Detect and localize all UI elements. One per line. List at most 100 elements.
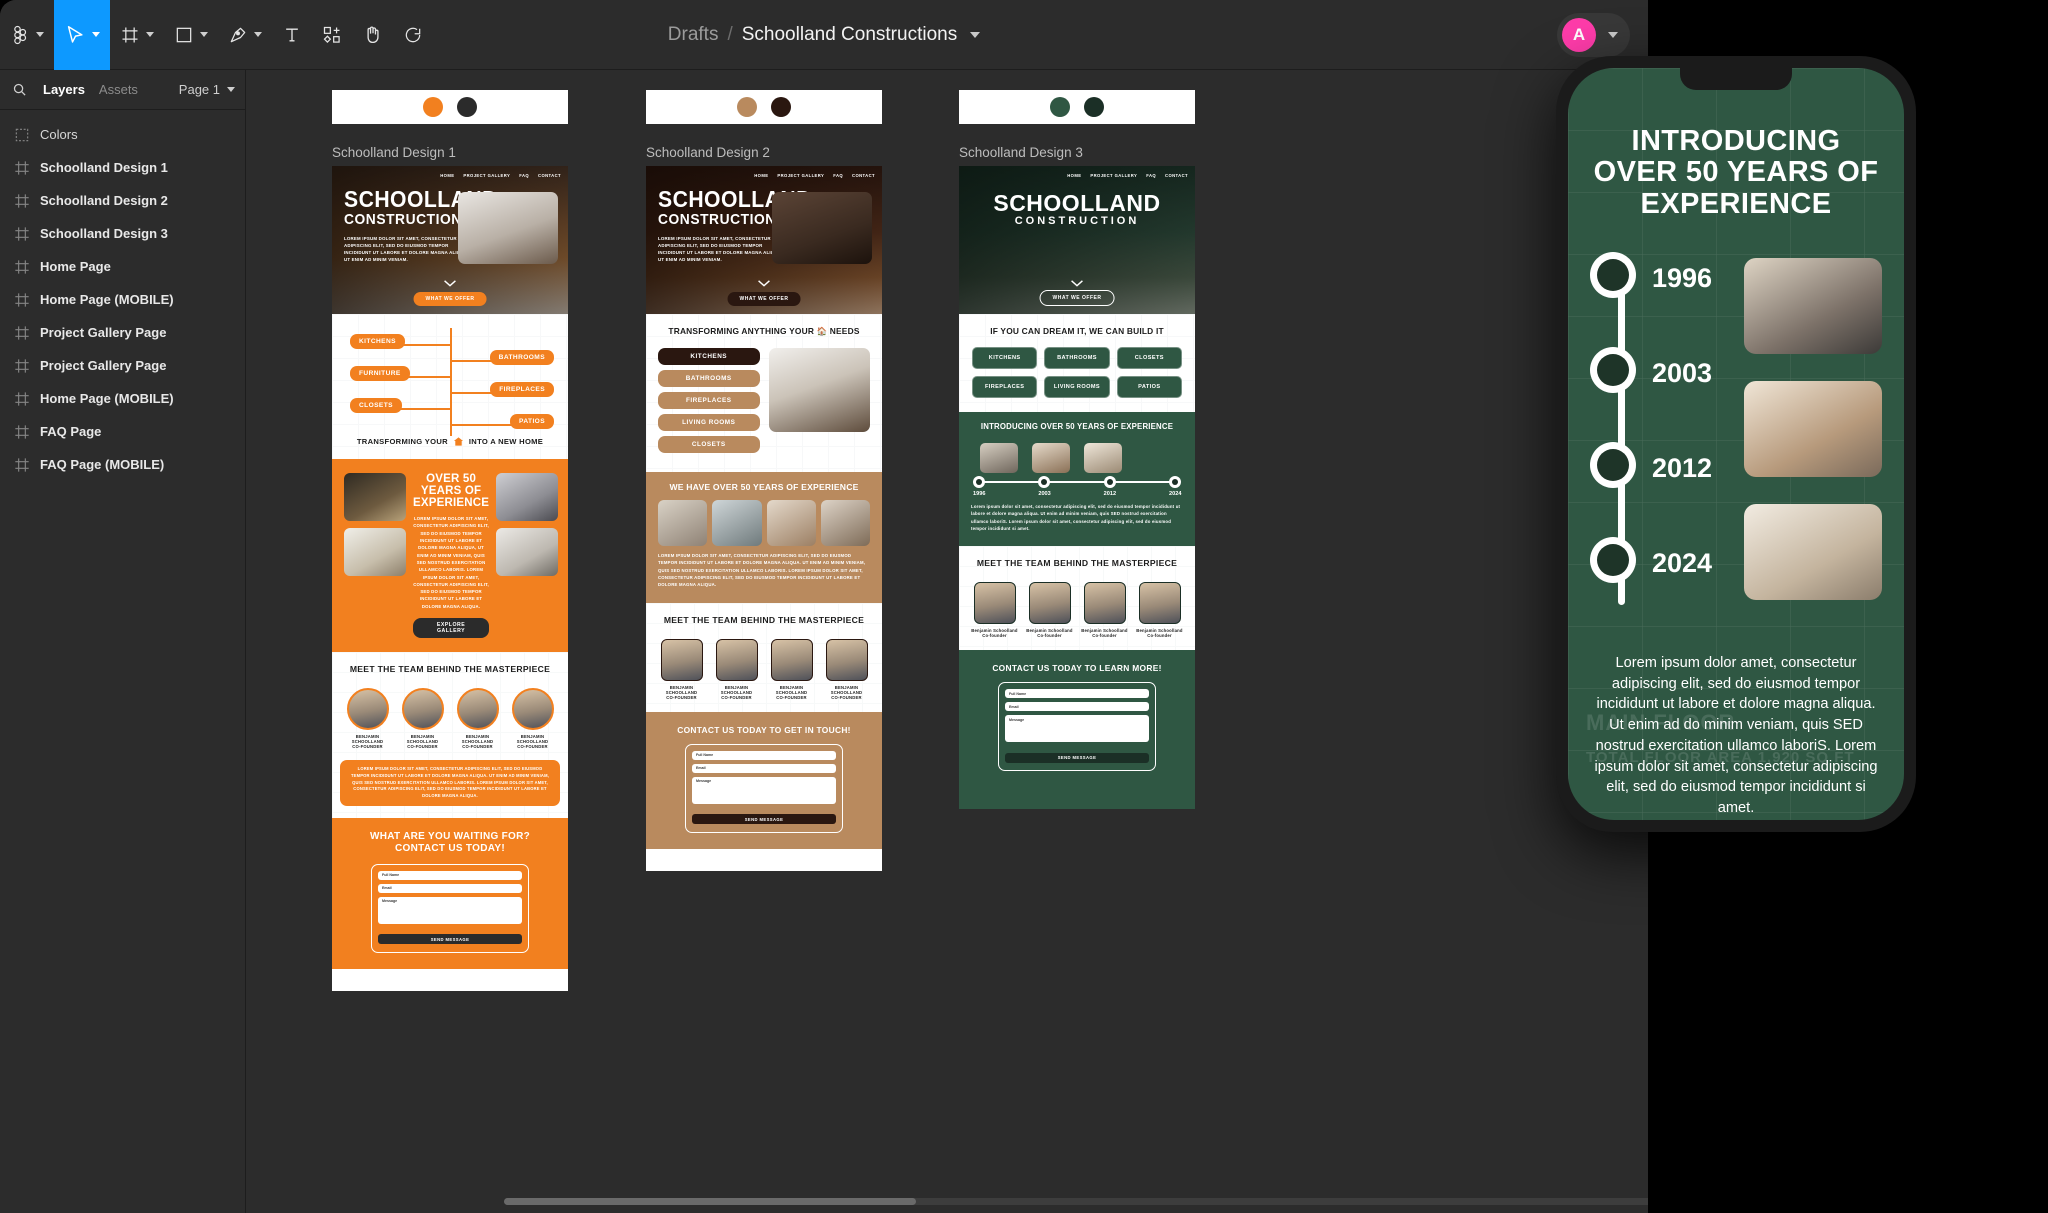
offer-chip[interactable]: KITCHENS [972, 347, 1038, 369]
offer-chip[interactable]: BATHROOMS [1044, 347, 1110, 369]
offer-chip[interactable]: BATHROOMS [658, 370, 760, 387]
nav-item[interactable]: HOME [1067, 173, 1081, 178]
horizontal-scrollbar[interactable] [504, 1198, 1648, 1205]
layer-row[interactable]: Schoolland Design 3 [0, 217, 245, 250]
hero-section: HOME PROJECT GALLERY FAQ CONTACT SCHOOLL… [646, 166, 882, 314]
layer-name: Schoolland Design 3 [40, 226, 168, 241]
artboard-design-2[interactable]: Schoolland Design 2 HOME PROJECT GALLERY… [646, 90, 882, 871]
resources-tool-button[interactable] [312, 0, 352, 70]
layer-row[interactable]: Project Gallery Page [0, 316, 245, 349]
nav-item[interactable]: FAQ [519, 173, 529, 178]
layer-row[interactable]: Schoolland Design 2 [0, 184, 245, 217]
offer-pill[interactable]: CLOSETS [350, 398, 402, 413]
artboard-design-3[interactable]: Schoolland Design 3 HOME PROJECT GALLERY… [959, 90, 1195, 810]
hero-cta-button[interactable]: WHAT WE OFFER [727, 292, 801, 306]
offer-pill[interactable]: BATHROOMS [489, 350, 554, 365]
full-name-input[interactable]: Full Name [692, 750, 836, 760]
nav-item[interactable]: FAQ [1146, 173, 1156, 178]
nav-item[interactable]: HOME [754, 173, 768, 178]
canvas[interactable]: Schoolland Design 1 HOME PROJECT GALLERY… [246, 70, 1648, 1213]
search-icon[interactable] [12, 82, 27, 97]
page-selector[interactable]: Page 1 [179, 82, 235, 97]
explore-gallery-button[interactable]: EXPLORE GALLERY [413, 618, 490, 639]
chevron-down-icon[interactable] [970, 32, 981, 38]
nav-item[interactable]: FAQ [833, 173, 843, 178]
hand-icon [367, 26, 379, 44]
nav-item[interactable]: PROJECT GALLERY [777, 173, 824, 178]
timeline-image [980, 443, 1018, 474]
message-input[interactable]: Message [378, 896, 522, 924]
full-name-input[interactable]: Full Name [1005, 689, 1149, 699]
pen-tool-button[interactable] [218, 0, 272, 70]
artboard-label[interactable]: Schoolland Design 3 [959, 145, 1195, 160]
email-input[interactable]: Email [1005, 702, 1149, 712]
send-message-button[interactable]: SEND MESSAGE [692, 814, 836, 825]
team-member-name: BENJAMIN SCHOOLLAND [351, 734, 384, 745]
breadcrumb-file-name[interactable]: Schoolland Constructions [742, 24, 957, 46]
offer-pill[interactable]: FURNITURE [350, 366, 410, 381]
nav-item[interactable]: PROJECT GALLERY [463, 173, 510, 178]
scrollbar-thumb[interactable] [504, 1198, 916, 1205]
send-message-button[interactable]: SEND MESSAGE [1005, 752, 1149, 763]
gallery-image [496, 528, 559, 576]
chevron-down-icon [1608, 32, 1618, 38]
team-member: Benjamin Schoolland Co-founder [1135, 582, 1185, 638]
account-menu-button[interactable]: A [1557, 13, 1630, 57]
tab-layers[interactable]: Layers [43, 82, 85, 97]
layer-row[interactable]: FAQ Page (MOBILE) [0, 448, 245, 481]
offer-pill[interactable]: KITCHENS [350, 334, 405, 349]
offer-chip[interactable]: CLOSETS [1116, 347, 1182, 369]
nav-item[interactable]: CONTACT [1165, 173, 1188, 178]
offer-chip[interactable]: LIVING ROOMS [1044, 376, 1110, 398]
text-t-icon [286, 28, 298, 41]
contact-heading-line-1: CONTACT US TODAY TO LEARN MORE! [992, 663, 1162, 674]
offer-pill[interactable]: PATIOS [510, 414, 554, 429]
figma-menu-button[interactable] [0, 0, 54, 70]
offer-chip[interactable]: FIREPLACES [972, 376, 1038, 398]
tab-assets[interactable]: Assets [99, 82, 138, 97]
breadcrumb-root[interactable]: Drafts [668, 24, 719, 46]
layer-row[interactable]: Home Page (MOBILE) [0, 283, 245, 316]
frame-tool-button[interactable] [110, 0, 164, 70]
comment-tool-button[interactable] [393, 0, 433, 70]
artboard-label[interactable]: Schoolland Design 1 [332, 145, 568, 160]
layer-row[interactable]: FAQ Page [0, 415, 245, 448]
offer-pill[interactable]: FIREPLACES [490, 382, 554, 397]
move-tool-button[interactable] [54, 0, 110, 70]
email-input[interactable]: Email [378, 883, 522, 893]
message-input[interactable]: Message [1005, 715, 1149, 743]
message-input[interactable]: Message [692, 776, 836, 804]
layer-row[interactable]: Project Gallery Page [0, 349, 245, 382]
team-member-photo [511, 688, 554, 731]
text-tool-button[interactable] [272, 0, 312, 70]
layer-row[interactable]: Schoolland Design 1 [0, 151, 245, 184]
swatch-dark [457, 97, 477, 117]
contact-section: WHAT ARE YOU WAITING FOR? CONTACT US TOD… [332, 817, 568, 969]
send-message-button[interactable]: SEND MESSAGE [378, 934, 522, 945]
house-icon [453, 437, 463, 446]
nav-item[interactable]: CONTACT [852, 173, 875, 178]
layer-row[interactable]: Colors [0, 118, 245, 151]
layer-row[interactable]: Home Page (MOBILE) [0, 382, 245, 415]
full-name-input[interactable]: Full Name [378, 870, 522, 880]
offer-chip[interactable]: FIREPLACES [658, 392, 760, 409]
offer-chip-active[interactable]: KITCHENS [658, 348, 760, 365]
hero-cta-button[interactable]: WHAT WE OFFER [413, 292, 487, 306]
shape-tool-button[interactable] [164, 0, 218, 70]
frame-icon [14, 325, 30, 341]
layer-name: FAQ Page (MOBILE) [40, 457, 165, 472]
nav-item[interactable]: PROJECT GALLERY [1090, 173, 1137, 178]
offer-chip[interactable]: CLOSETS [658, 436, 760, 453]
hero-cta-button[interactable]: WHAT WE OFFER [1039, 290, 1115, 306]
nav-item[interactable]: CONTACT [538, 173, 561, 178]
email-input[interactable]: Email [692, 763, 836, 773]
offer-chip[interactable]: LIVING ROOMS [658, 414, 760, 431]
nav-item[interactable]: HOME [440, 173, 454, 178]
layer-row[interactable]: Home Page [0, 250, 245, 283]
site-footer [332, 968, 568, 991]
artboard-label[interactable]: Schoolland Design 2 [646, 145, 882, 160]
timeline-year: 2024 [1168, 491, 1182, 498]
hand-tool-button[interactable] [352, 0, 393, 70]
artboard-design-1[interactable]: Schoolland Design 1 HOME PROJECT GALLERY… [332, 90, 568, 991]
offer-chip[interactable]: PATIOS [1116, 376, 1182, 398]
